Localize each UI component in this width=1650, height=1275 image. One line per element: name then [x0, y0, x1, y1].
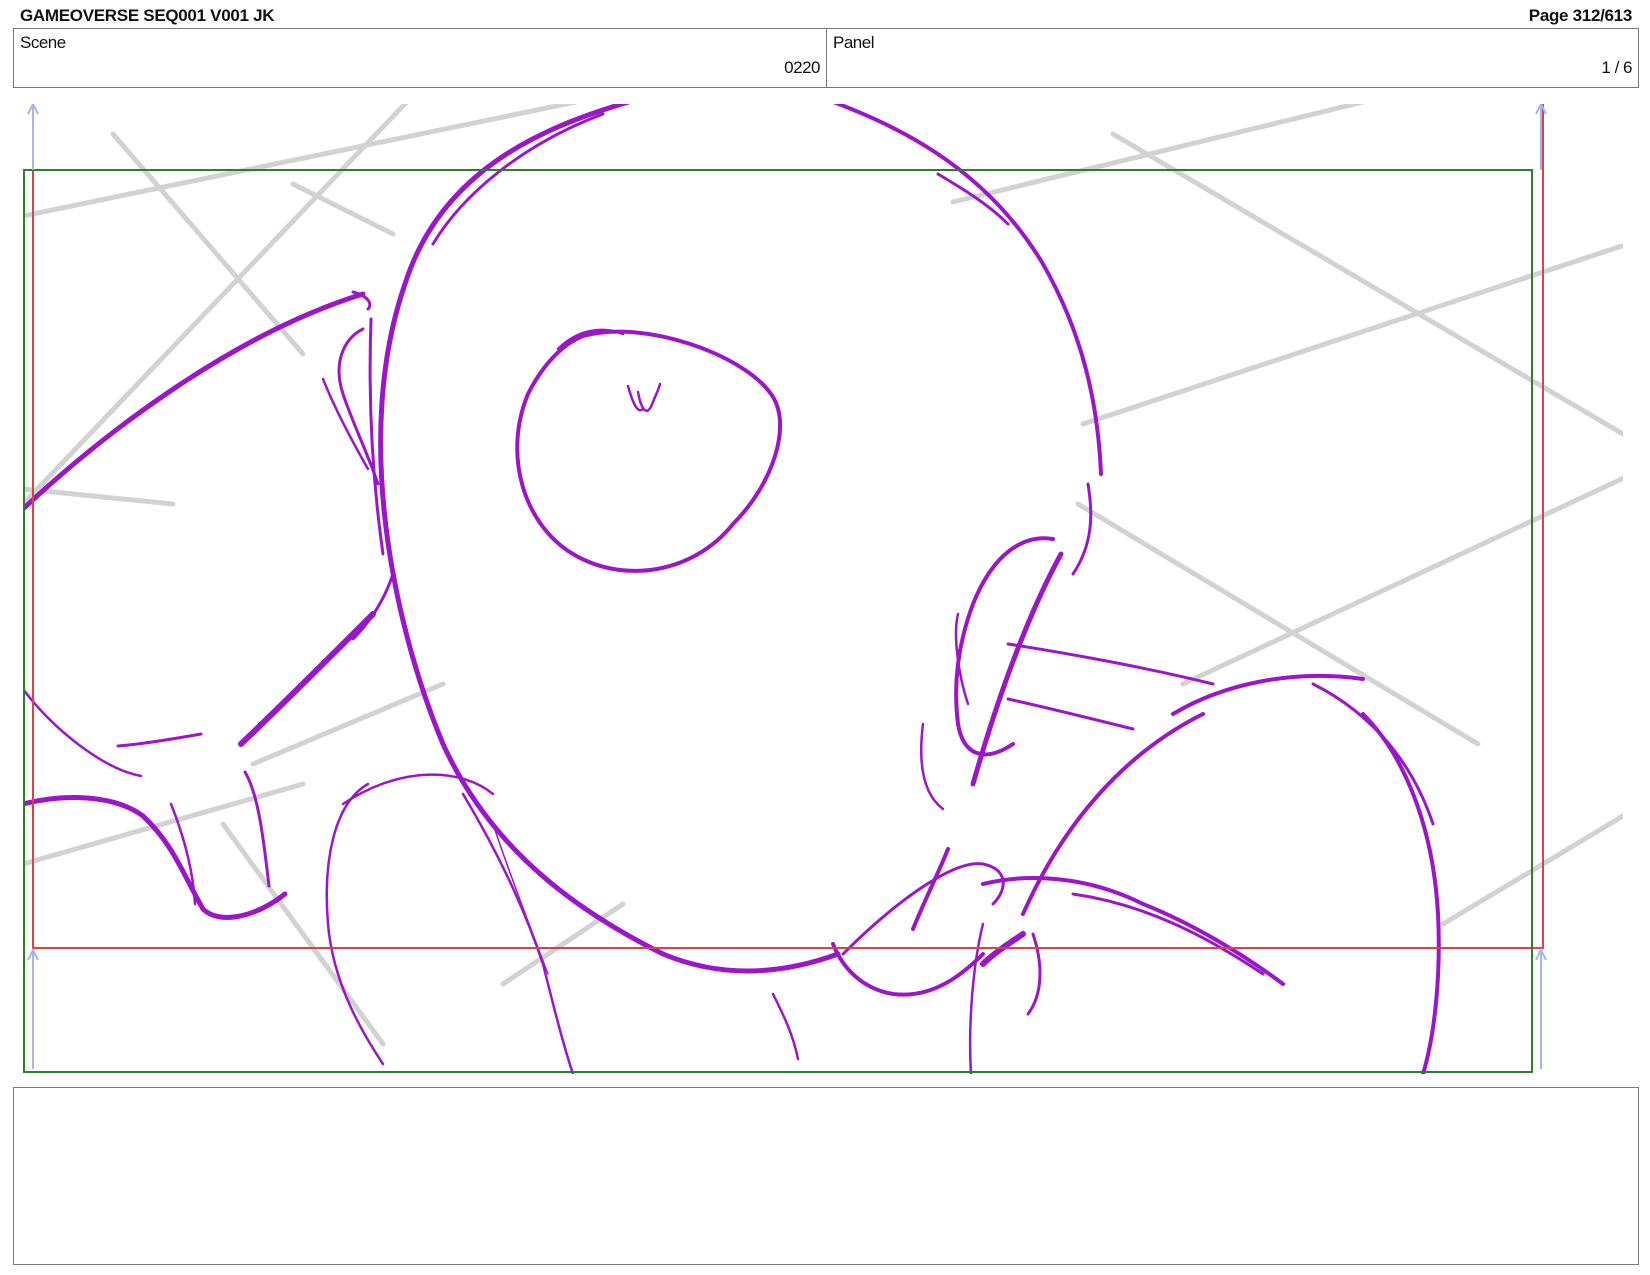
storyboard-panel	[23, 104, 1623, 1074]
frame-move-arrows	[27, 104, 1547, 1069]
document-title: GAMEOVERSE SEQ001 V001 JK	[20, 6, 275, 25]
scene-panel-info: Scene 0220 Panel 1 / 6	[13, 28, 1639, 88]
character-sketch	[23, 104, 1441, 1074]
scene-cell: Scene 0220	[14, 29, 827, 87]
page-number: Page 312/613	[1528, 6, 1633, 25]
perspective-grid	[23, 104, 1623, 1047]
panel-label: Panel	[833, 33, 874, 52]
panel-drawing	[23, 104, 1623, 1074]
scene-label: Scene	[20, 33, 66, 52]
panel-number: 1 / 6	[1601, 58, 1632, 77]
panel-cell: Panel 1 / 6	[827, 29, 1638, 87]
panel-notes-box[interactable]	[13, 1087, 1639, 1265]
scene-number: 0220	[784, 58, 820, 77]
camera-frame	[23, 169, 1533, 1073]
